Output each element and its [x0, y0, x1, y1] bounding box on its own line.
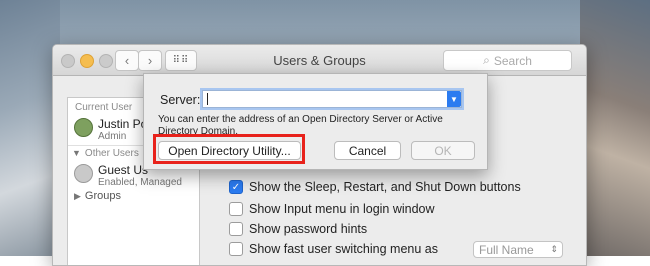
option-label: Show fast user switching menu as: [249, 242, 438, 256]
desktop-mountain-right: [580, 0, 650, 256]
other-users-header[interactable]: ▼ Other Users: [72, 148, 139, 159]
option-show-password-hints[interactable]: Show password hints: [229, 222, 367, 236]
disclosure-closed-icon: ▶: [74, 191, 81, 201]
text-caret: [207, 93, 208, 105]
search-icon: ⌕: [483, 53, 490, 67]
checkmark-icon: ✓: [231, 181, 241, 193]
chevron-down-icon: ▼: [450, 94, 458, 104]
desktop-mountain-left: [0, 0, 60, 256]
server-dropdown-button[interactable]: ▼: [447, 91, 461, 107]
titlebar: ‹ › ⠿⠿ Users & Groups ⌕ Search: [53, 45, 586, 76]
option-label: Show Input menu in login window: [249, 202, 435, 216]
guest-status: Enabled, Managed: [98, 177, 182, 188]
current-user-header: Current User: [75, 102, 133, 113]
disclosure-open-icon: ▼: [72, 148, 81, 158]
option-show-input-menu[interactable]: Show Input menu in login window: [229, 202, 435, 216]
other-users-label: Other Users: [84, 148, 139, 159]
option-show-sleep-restart[interactable]: ✓ Show the Sleep, Restart, and Shut Down…: [229, 180, 521, 194]
search-field[interactable]: ⌕ Search: [443, 50, 572, 71]
option-fast-user-switching[interactable]: Show fast user switching menu as: [229, 242, 438, 256]
fast-switch-style-select[interactable]: Full Name ⇕: [473, 241, 563, 258]
checkbox-checked[interactable]: ✓: [229, 180, 243, 194]
avatar: [74, 118, 93, 137]
search-placeholder: Search: [493, 53, 532, 68]
groups-label: Groups: [84, 190, 121, 202]
checkbox[interactable]: [229, 202, 243, 216]
chevron-updown-icon: ⇕: [550, 244, 558, 254]
cancel-button[interactable]: Cancel: [334, 141, 401, 160]
server-label: Server:: [160, 93, 201, 107]
user-item-current[interactable]: Justin Po Admin: [74, 118, 147, 142]
user-name: Justin Po: [98, 117, 148, 131]
server-input[interactable]: ▼: [202, 90, 462, 108]
red-highlight-box: [153, 134, 305, 164]
ok-button[interactable]: OK: [411, 141, 475, 160]
option-label: Show the Sleep, Restart, and Shut Down b…: [249, 180, 521, 194]
guest-avatar: [74, 164, 93, 183]
user-role: Admin: [98, 131, 127, 142]
option-label: Show password hints: [249, 222, 368, 236]
checkbox[interactable]: [229, 222, 243, 236]
groups-item[interactable]: ▶ Groups: [74, 190, 121, 202]
checkbox[interactable]: [229, 242, 243, 256]
select-value: Full Name: [479, 242, 534, 257]
